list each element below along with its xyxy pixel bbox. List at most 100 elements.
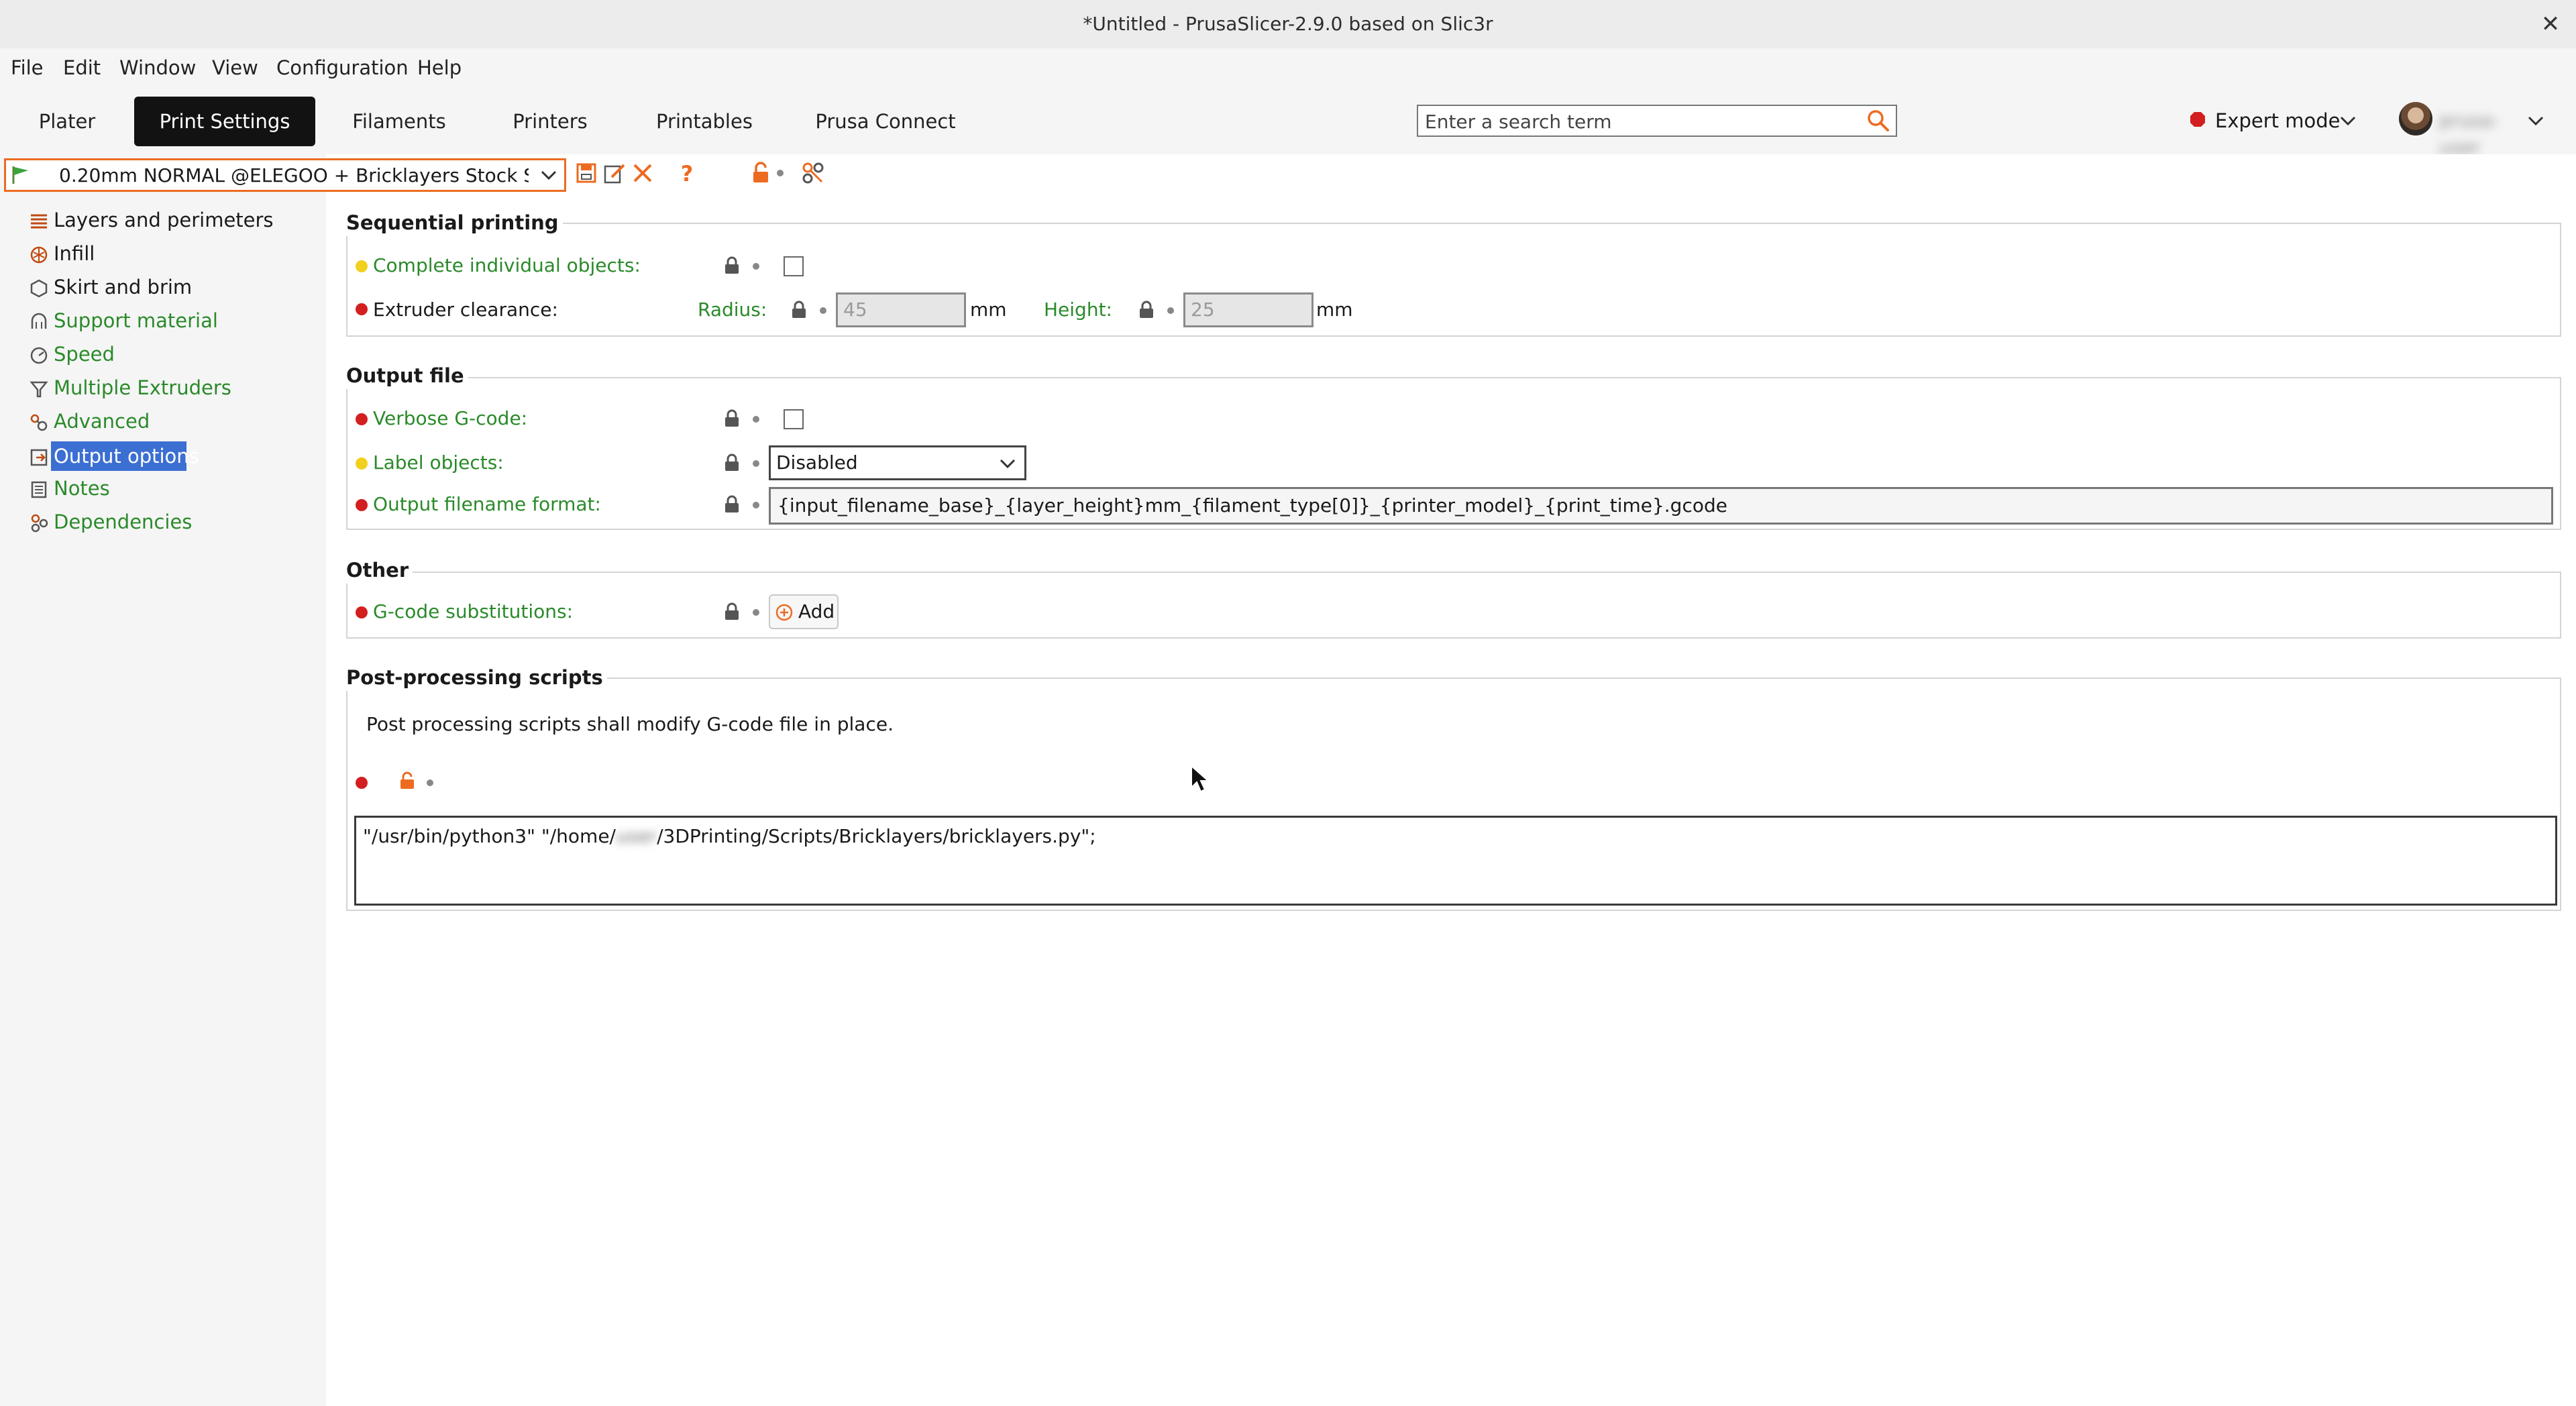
complete-objects-checkbox[interactable]	[784, 256, 804, 276]
sidebar-item-advanced[interactable]: Advanced	[30, 407, 298, 436]
mouse-cursor-icon	[1191, 765, 1210, 793]
radius-field[interactable]: 45	[836, 292, 966, 327]
lock-icon[interactable]	[723, 602, 741, 621]
skirt-icon	[30, 279, 48, 298]
menu-configuration[interactable]: Configuration	[276, 48, 409, 87]
search-icon[interactable]	[1865, 107, 1892, 134]
expert-mode-dot	[356, 606, 368, 618]
system-value-dot	[427, 779, 433, 786]
tab-filaments[interactable]: Filaments	[342, 97, 456, 146]
group-title: Post-processing scripts	[342, 664, 607, 691]
lock-icon[interactable]	[723, 256, 741, 275]
search-box	[1417, 105, 1897, 137]
save-preset-icon[interactable]	[574, 161, 598, 185]
menu-edit[interactable]: Edit	[63, 48, 101, 87]
chevron-down-icon[interactable]	[2526, 113, 2545, 129]
script-text-suffix: /3DPrinting/Scripts/Bricklayers/bricklay…	[657, 825, 1096, 847]
chevron-down-icon[interactable]	[539, 168, 558, 182]
expert-mode-icon	[2190, 112, 2205, 127]
sidebar-item-extruders[interactable]: Multiple Extruders	[30, 373, 298, 402]
svg-text:?: ?	[681, 161, 694, 185]
close-icon[interactable]: ✕	[2534, 8, 2567, 40]
dependencies-icon	[31, 514, 48, 533]
height-field[interactable]: 25	[1183, 292, 1313, 327]
sidebar-item-label: Multiple Extruders	[54, 376, 231, 399]
lock-icon[interactable]	[790, 301, 808, 319]
sidebar-item-label: Output options	[54, 445, 199, 468]
sidebar-item-notes[interactable]: Notes	[30, 474, 298, 503]
expert-mode-dot	[356, 777, 368, 789]
lock-icon[interactable]	[723, 495, 741, 514]
compare-presets-icon[interactable]	[801, 161, 825, 185]
simple-mode-dot	[356, 457, 368, 470]
menu-file[interactable]: File	[11, 48, 44, 87]
sidebar-item-label: Layers and perimeters	[54, 209, 274, 231]
lock-icon[interactable]	[723, 453, 741, 472]
system-value-dot	[753, 416, 759, 423]
script-text-user: user	[616, 825, 657, 847]
menu-window[interactable]: Window	[119, 48, 196, 87]
label-objects-label: Label objects:	[373, 451, 504, 474]
tab-printables[interactable]: Printables	[644, 97, 765, 146]
complete-objects-label: Complete individual objects:	[373, 254, 641, 276]
preset-name[interactable]: 0.20mm NORMAL @ELEGOO + Bricklayers Stoc…	[59, 160, 529, 192]
tab-print-settings[interactable]: Print Settings	[134, 97, 315, 146]
sidebar-item-label: Advanced	[54, 410, 150, 433]
gcode-substitutions-label: G-code substitutions:	[373, 600, 574, 623]
wrench-icon	[30, 414, 48, 431]
output-filename-field[interactable]: {input_filename_base}_{layer_height}mm_{…	[769, 487, 2553, 525]
menu-help[interactable]: Help	[417, 48, 462, 87]
speed-icon	[30, 347, 48, 364]
sidebar-item-label: Infill	[54, 242, 95, 265]
lock-icon[interactable]	[1138, 301, 1155, 319]
lock-icon[interactable]	[723, 409, 741, 428]
sidebar-item-skirt[interactable]: Skirt and brim	[30, 272, 298, 302]
height-label: Height:	[1044, 299, 1112, 321]
verbose-gcode-checkbox[interactable]	[784, 409, 804, 429]
system-value-dot	[753, 460, 759, 467]
sidebar-item-speed[interactable]: Speed	[30, 339, 298, 369]
expert-mode-dot	[356, 413, 368, 425]
search-input[interactable]	[1425, 109, 1854, 134]
mode-selector[interactable]: Expert mode	[2215, 105, 2341, 137]
sidebar-item-label: Skirt and brim	[54, 276, 193, 299]
output-icon	[30, 449, 48, 466]
verbose-gcode-label: Verbose G-code:	[373, 407, 528, 429]
output-filename-label: Output filename format:	[373, 493, 601, 515]
support-icon	[31, 313, 47, 329]
group-title: Sequential printing	[342, 209, 563, 236]
extruder-clearance-label: Extruder clearance:	[373, 299, 558, 321]
sidebar-item-infill[interactable]: Infill	[30, 239, 298, 268]
add-substitution-button[interactable]: Add	[769, 594, 839, 629]
tab-plater[interactable]: Plater	[27, 97, 107, 146]
funnel-icon	[30, 381, 48, 398]
height-unit: mm	[1316, 299, 1353, 321]
tab-printers[interactable]: Printers	[496, 97, 604, 146]
chevron-down-icon[interactable]	[998, 456, 1017, 471]
lock-open-icon[interactable]	[749, 161, 773, 185]
tab-prusa-connect[interactable]: Prusa Connect	[805, 97, 966, 146]
menu-view[interactable]: View	[212, 48, 258, 87]
post-processing-scripts-field[interactable]: "/usr/bin/python3" "/home/user/3DPrintin…	[354, 816, 2557, 906]
rename-preset-icon[interactable]	[602, 161, 627, 185]
add-icon	[775, 604, 793, 621]
user-name[interactable]: prusa-user	[2439, 107, 2526, 158]
sidebar-item-label: Speed	[54, 343, 115, 366]
sidebar-item-dependencies[interactable]: Dependencies	[30, 507, 298, 537]
sidebar-item-layers[interactable]: Layers and perimeters	[30, 205, 298, 235]
lock-open-icon[interactable]	[398, 771, 416, 790]
system-value-dot	[820, 307, 826, 314]
group-title: Output file	[342, 362, 468, 389]
group-title: Other	[342, 557, 413, 584]
system-value-dot	[753, 263, 759, 270]
avatar[interactable]	[2399, 102, 2432, 136]
add-button-label: Add	[798, 600, 835, 623]
help-icon[interactable]: ?	[675, 161, 699, 185]
label-objects-select[interactable]: Disabled	[769, 445, 1026, 480]
sidebar-item-output-options[interactable]: Output options	[30, 441, 298, 471]
window-title: *Untitled - PrusaSlicer-2.9.0 based on S…	[1083, 13, 1493, 35]
chevron-down-icon[interactable]	[2339, 113, 2357, 129]
sidebar-item-label: Notes	[54, 477, 110, 500]
delete-preset-icon[interactable]	[631, 161, 655, 185]
sidebar-item-support[interactable]: Support material	[30, 306, 298, 335]
